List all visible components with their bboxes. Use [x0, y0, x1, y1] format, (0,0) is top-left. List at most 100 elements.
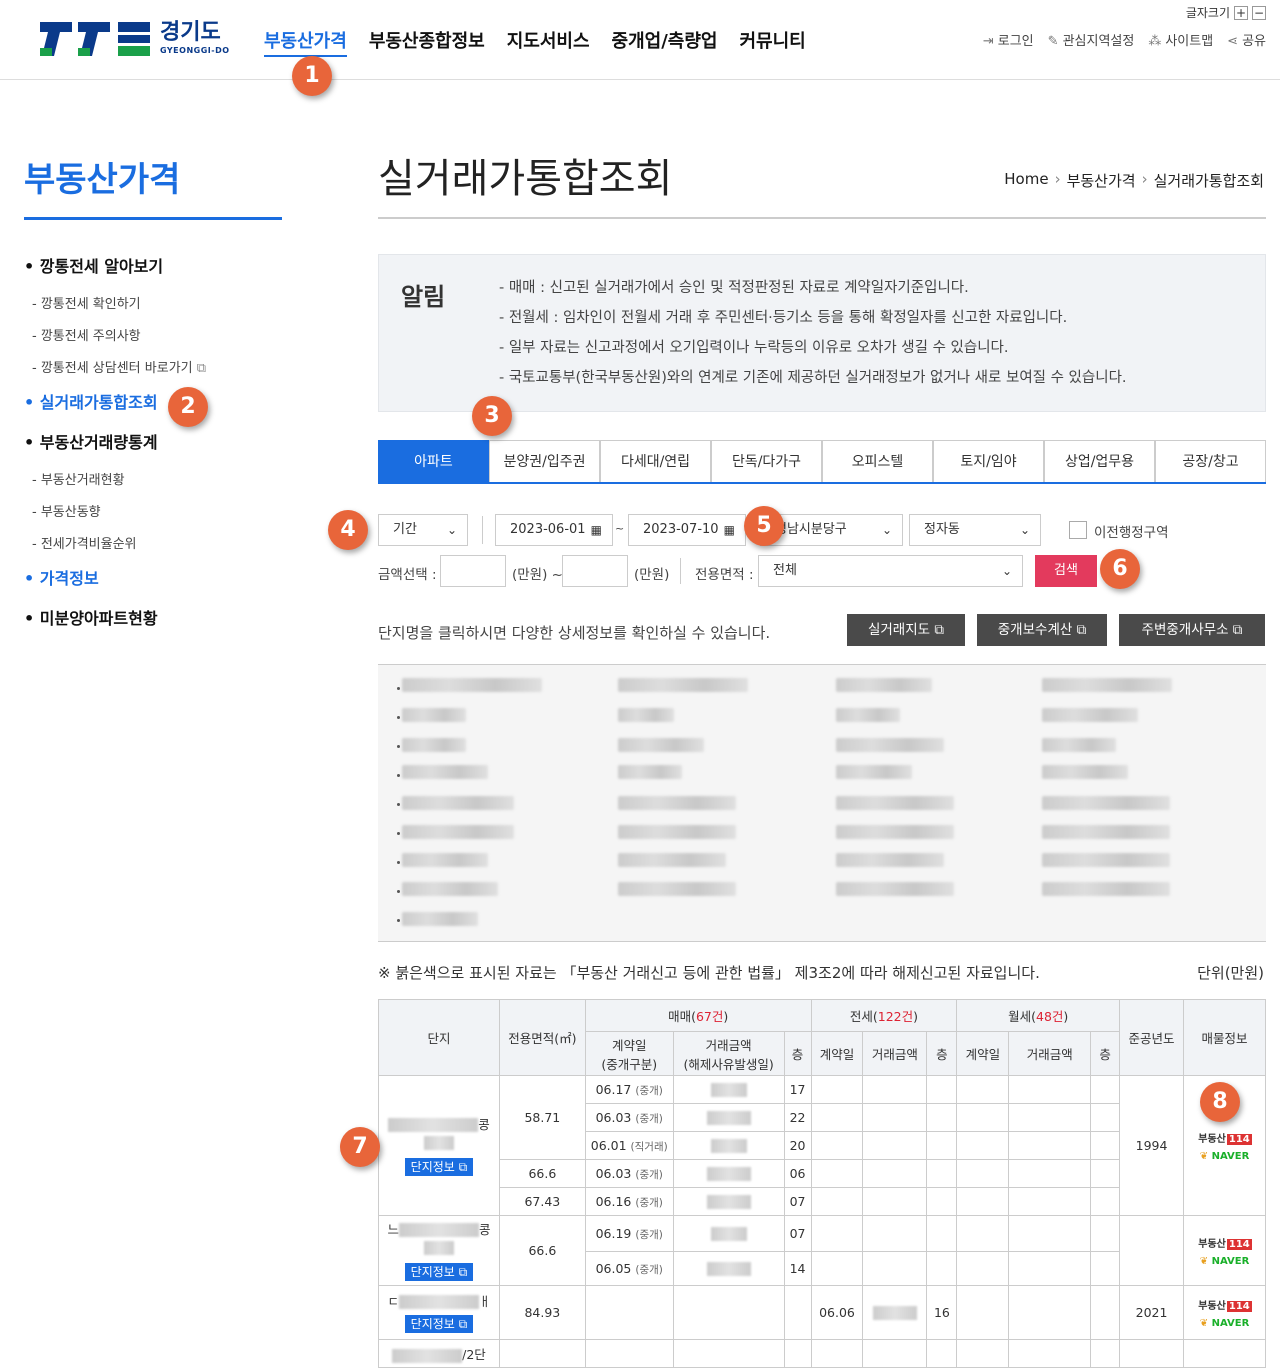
tab-detached[interactable]: 단독/다가구: [711, 440, 822, 482]
th-jeonse-floor: 층: [926, 1031, 958, 1076]
fee-calc-button[interactable]: 중개보수계산 ⧉: [977, 614, 1107, 646]
complex-link[interactable]: [402, 912, 478, 926]
amount-to-input[interactable]: [562, 555, 628, 587]
complex-link[interactable]: [618, 708, 674, 722]
sale-price-cell: [672, 1215, 785, 1252]
complex-link[interactable]: [618, 765, 682, 779]
complex-link[interactable]: [402, 882, 498, 896]
login-link[interactable]: ⇥ 로그인: [983, 30, 1034, 49]
sale-price-cell: [672, 1075, 785, 1104]
complex-link[interactable]: [618, 882, 736, 896]
prev-admin-label: 이전행정구역: [1094, 525, 1169, 541]
r114-link[interactable]: 부동산 114: [1184, 1130, 1265, 1145]
complex-link[interactable]: [618, 853, 726, 867]
complex-link[interactable]: [836, 738, 944, 752]
complex-link[interactable]: [836, 708, 900, 722]
gnb-item-info[interactable]: 부동산종합정보: [369, 27, 485, 57]
lnb-item-jeonse[interactable]: • 깡통전세 알아보기: [24, 255, 284, 295]
complex-link[interactable]: [1042, 796, 1170, 810]
period-select[interactable]: 기간 ⌄: [378, 514, 468, 546]
tab-officetel[interactable]: 오피스텔: [822, 440, 933, 482]
interest-region-link[interactable]: ✎ 관심지역설정: [1048, 30, 1135, 49]
complex-link[interactable]: [402, 738, 466, 752]
amount-from-input[interactable]: [440, 555, 506, 587]
complex-link[interactable]: [618, 796, 736, 810]
complex-info-button[interactable]: 단지정보 ⧉: [404, 1262, 474, 1281]
complex-link[interactable]: [836, 796, 954, 810]
complex-info-button[interactable]: 단지정보 ⧉: [404, 1157, 474, 1176]
table-row: 콩 단지정보 ⧉ 58.71 06.17 (중개) 17 1994 부동산 114…: [378, 1075, 1266, 1216]
tab-presale[interactable]: 분양권/입주권: [489, 440, 600, 482]
breadcrumb-home[interactable]: Home: [1004, 170, 1048, 191]
tab-apartment[interactable]: 아파트: [378, 440, 489, 482]
date-to-input[interactable]: 2023-07-10 ▦: [628, 514, 746, 546]
complex-link[interactable]: [836, 853, 944, 867]
sitemap-link[interactable]: ⁂ 사이트맵: [1148, 30, 1213, 49]
complex-link[interactable]: [836, 882, 954, 896]
lnb-item-unsold[interactable]: • 미분양아파트현황: [24, 607, 284, 647]
gnb-item-price[interactable]: 부동산가격: [264, 27, 347, 57]
lnb-sub-status[interactable]: - 부동산거래현황: [24, 471, 284, 503]
complex-link[interactable]: [402, 765, 488, 779]
lnb-sub-trend[interactable]: - 부동산동향: [24, 503, 284, 535]
lnb-item-priceinfo[interactable]: • 가격정보: [24, 567, 284, 607]
lnb-sub-center[interactable]: - 깡통전세 상담센터 바로가기 ⧉: [24, 359, 284, 391]
date-from-input[interactable]: 2023-06-01 ▦: [495, 514, 613, 546]
complex-link[interactable]: [836, 678, 932, 692]
gnb-item-broker[interactable]: 중개업/측량업: [612, 27, 718, 57]
complex-link[interactable]: [402, 853, 488, 867]
realprice-map-button[interactable]: 실거래지도 ⧉: [847, 614, 965, 646]
complex-link[interactable]: [1042, 738, 1116, 752]
tab-factory[interactable]: 공장/창고: [1155, 440, 1266, 482]
complex-link[interactable]: [836, 825, 954, 839]
complex-link[interactable]: [402, 796, 514, 810]
breadcrumb-price[interactable]: 부동산가격: [1067, 170, 1136, 191]
interest-label: 관심지역설정: [1062, 34, 1135, 49]
complex-link[interactable]: [402, 708, 466, 722]
complex-link[interactable]: [1042, 765, 1128, 779]
tab-land[interactable]: 토지/임야: [933, 440, 1044, 482]
lnb-sub-caution[interactable]: - 깡통전세 주의사항: [24, 327, 284, 359]
table-row: /2단: [378, 1339, 1266, 1368]
complex-link[interactable]: [618, 678, 748, 692]
lnb-sub-check[interactable]: - 깡통전세 확인하기: [24, 295, 284, 327]
complex-link[interactable]: [1042, 678, 1172, 692]
breadcrumb-current[interactable]: 실거래가통합조회: [1154, 170, 1264, 191]
sale-floor-cell: 22: [783, 1103, 812, 1132]
complex-link[interactable]: [402, 678, 542, 692]
gnb-item-map[interactable]: 지도서비스: [507, 27, 590, 57]
sale-date-cell: 06.16 (중개): [584, 1187, 674, 1216]
naver-link[interactable]: ❦ NAVER: [1184, 1151, 1265, 1162]
divider: [680, 558, 681, 584]
complex-link[interactable]: [836, 765, 912, 779]
gnb-item-community[interactable]: 커뮤니티: [739, 27, 805, 57]
font-plus-button[interactable]: +: [1234, 5, 1248, 20]
tab-commercial[interactable]: 상업/업무용: [1044, 440, 1155, 482]
tab-multiplex[interactable]: 다세대/연립: [600, 440, 711, 482]
complex-link[interactable]: [1042, 882, 1170, 896]
lnb-sub-ratio[interactable]: - 전세가격비율순위: [24, 535, 284, 567]
lnb-item-realprice[interactable]: • 실거래가통합조회: [24, 391, 284, 431]
share-link[interactable]: ⋖ 공유: [1227, 30, 1266, 49]
chevron-right-icon: ›: [1141, 170, 1148, 188]
r114-link[interactable]: 부동산 114: [1184, 1235, 1265, 1250]
complex-link[interactable]: [618, 738, 704, 752]
area-select[interactable]: 전체 ⌄: [758, 555, 1023, 587]
lnb-item-stats[interactable]: • 부동산거래량통계: [24, 431, 284, 471]
dong-select[interactable]: 정자동 ⌄: [909, 514, 1041, 546]
nearby-broker-button[interactable]: 주변중개사무소 ⧉: [1119, 614, 1265, 646]
naver-link[interactable]: ❦ NAVER: [1184, 1318, 1265, 1329]
r114-link[interactable]: 부동산 114: [1184, 1297, 1265, 1312]
gyeonggi-logo[interactable]: 경기도 GYEONGGI-DO: [40, 18, 230, 58]
complex-link[interactable]: [1042, 853, 1170, 867]
listing-cell: 부동산 114 ❦ NAVER: [1183, 1215, 1266, 1286]
naver-link[interactable]: ❦ NAVER: [1184, 1256, 1265, 1267]
search-button[interactable]: 검색: [1035, 555, 1097, 587]
complex-link[interactable]: [1042, 825, 1170, 839]
complex-link[interactable]: [402, 825, 514, 839]
complex-info-button[interactable]: 단지정보 ⧉: [404, 1314, 474, 1333]
prev-admin-checkbox[interactable]: [1069, 521, 1087, 539]
complex-link[interactable]: [1042, 708, 1138, 722]
complex-link[interactable]: [618, 825, 736, 839]
font-minus-button[interactable]: −: [1252, 5, 1266, 20]
